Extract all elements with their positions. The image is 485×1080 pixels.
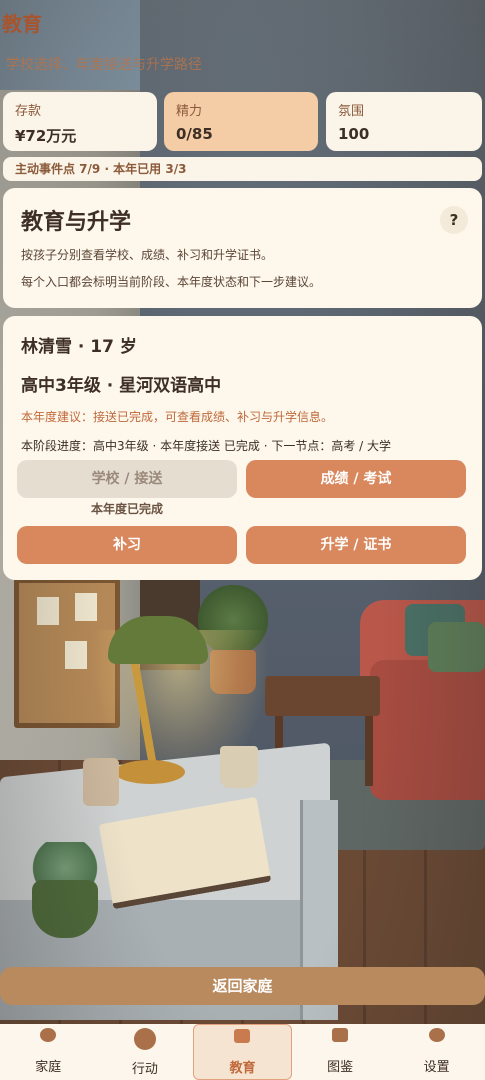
education-info-card: 教育与升学 ? 按孩子分别查看学校、成绩、补习和升学证书。 每个入口都会标明当前…: [3, 188, 482, 308]
nav-tab-settings[interactable]: 设置: [388, 1024, 485, 1080]
info-description: 按孩子分别查看学校、成绩、补习和升学证书。: [21, 248, 274, 262]
family-icon: [40, 1028, 57, 1042]
stat-atmosphere: 氛围 100: [326, 92, 482, 151]
advancement-certificate-button[interactable]: 升学 / 证书: [246, 526, 466, 564]
collection-icon: [332, 1028, 349, 1042]
stat-value: 0/85: [176, 125, 213, 143]
nav-label: 行动: [131, 1062, 158, 1077]
stat-value: 100: [338, 125, 370, 143]
page-subtitle: 学校选择、年度接送与升学路径: [6, 57, 202, 73]
stat-label: 氛围: [338, 104, 365, 119]
tutoring-button[interactable]: 补习: [17, 526, 237, 564]
child-school: 高中3年级 · 星河双语高中: [21, 376, 222, 396]
nav-tab-collection[interactable]: 图鉴: [292, 1024, 389, 1080]
nav-tab-education[interactable]: 教育: [193, 1024, 292, 1080]
action-icon: [133, 1028, 156, 1050]
school-status-note: 本年度已完成: [90, 502, 163, 516]
education-icon: [234, 1029, 251, 1043]
nav-label: 设置: [423, 1060, 450, 1075]
nav-label: 家庭: [35, 1060, 62, 1075]
stat-savings: 存款 ¥72万元: [3, 92, 157, 151]
stage-progress: 本阶段进度：高中3年级 · 本年度接送 已完成 · 下一节点：高考 / 大学: [21, 439, 392, 453]
info-description: 每个入口都会标明当前阶段、本年度状态和下一步建议。: [21, 275, 322, 289]
grades-exams-button[interactable]: 成绩 / 考试: [246, 460, 466, 498]
stat-label: 精力: [176, 104, 203, 119]
school-pickup-button[interactable]: 学校 / 接送: [17, 460, 237, 498]
nav-tab-action[interactable]: 行动: [97, 1024, 194, 1080]
child-education-card: 林清雪 · 17 岁 高中3年级 · 星河双语高中 本年度建议：接送已完成，可查…: [3, 316, 482, 580]
stat-energy: 精力 0/85: [164, 92, 318, 151]
bottom-nav: 家庭 行动 教育 图鉴 设置: [0, 1024, 485, 1080]
yearly-advice: 本年度建议：接送已完成，可查看成绩、补习与升学信息。: [21, 410, 334, 424]
child-name: 林清雪 · 17 岁: [21, 337, 137, 357]
info-title: 教育与升学: [21, 210, 132, 235]
nav-label: 教育: [229, 1061, 256, 1076]
nav-label: 图鉴: [327, 1060, 354, 1075]
stat-value: ¥72万元: [15, 127, 77, 145]
return-home-button[interactable]: 返回家庭: [0, 967, 485, 1005]
help-button[interactable]: ?: [440, 206, 468, 234]
page-title: 教育: [2, 12, 42, 36]
stat-label: 存款: [15, 104, 42, 119]
nav-tab-family[interactable]: 家庭: [0, 1024, 97, 1080]
settings-icon: [428, 1028, 445, 1042]
event-points-bar: 主动事件点 7/9 · 本年已用 3/3: [3, 157, 482, 181]
